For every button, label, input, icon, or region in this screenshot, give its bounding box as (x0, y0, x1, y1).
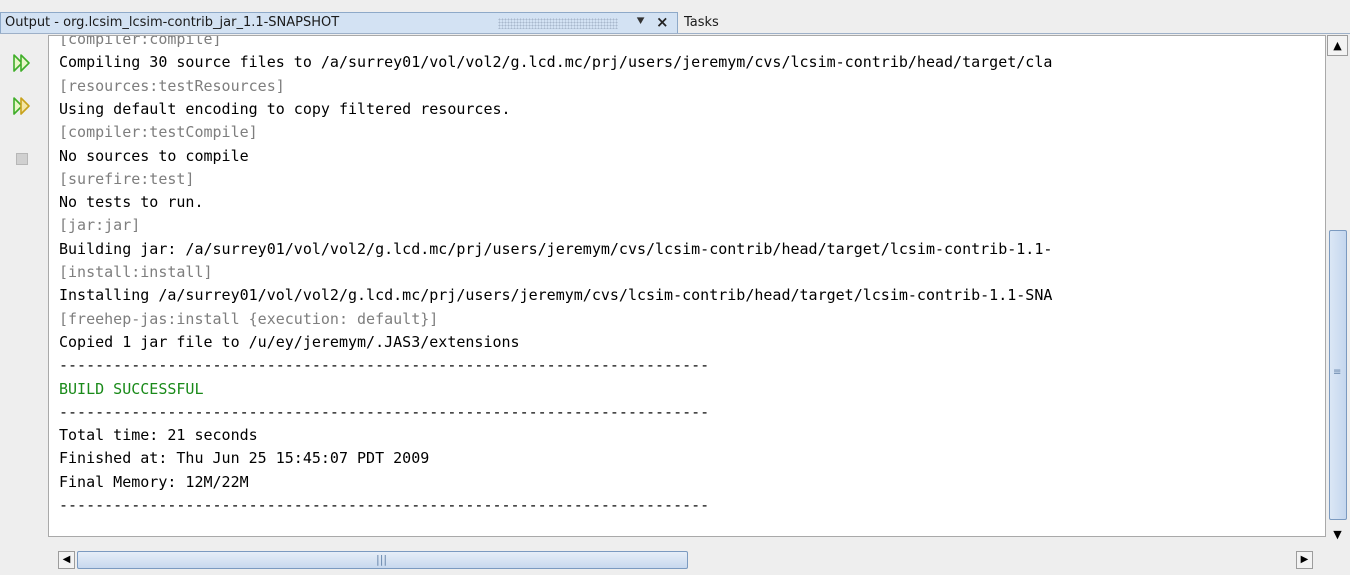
output-line: Final Memory: 12M/22M (59, 472, 249, 491)
output-line: No sources to compile (59, 146, 249, 165)
output-line: Building jar: /a/surrey01/vol/vol2/g.lcd… (59, 239, 1053, 258)
output-line: [surefire:test] (59, 169, 195, 188)
output-line: [install:install] (59, 263, 213, 281)
vertical-scroll-thumb[interactable]: ≡ (1329, 230, 1347, 520)
stop-button[interactable] (12, 149, 32, 169)
rerun-icon (13, 54, 30, 72)
output-line: ----------------------------------------… (59, 496, 710, 514)
tab-bar: Output - org.lcsim_lcsim-contrib_jar_1.1… (0, 0, 1350, 33)
scroll-grip-icon: ≡ (1333, 367, 1342, 378)
vertical-scrollbar[interactable]: ▲ ≡ ▼ (1327, 35, 1350, 575)
output-action-bar (0, 35, 48, 575)
output-line: Installing /a/surrey01/vol/vol2/g.lcd.mc… (59, 286, 1053, 305)
rerun-button[interactable] (12, 53, 32, 73)
output-line: Total time: 21 seconds (59, 426, 258, 445)
output-line: [freehep-jas:install {execution: default… (59, 309, 439, 328)
tab-tasks[interactable]: Tasks (679, 12, 1350, 33)
tab-output-title: Output - org.lcsim_lcsim-contrib_jar_1.1… (5, 15, 340, 30)
output-line: Finished at: Thu Jun 25 15:45:07 PDT 200… (59, 449, 430, 468)
tab-output[interactable]: Output - org.lcsim_lcsim-contrib_jar_1.1… (0, 12, 678, 33)
output-line: [compiler:testCompile] (59, 123, 258, 142)
close-icon[interactable]: × (656, 13, 669, 31)
scroll-left-button[interactable]: ◀ (58, 551, 75, 569)
rerun-with-options-button[interactable] (12, 96, 32, 116)
stop-icon (16, 153, 28, 165)
output-line: [resources:testResources] (59, 76, 285, 95)
output-line: Using default encoding to copy filtered … (59, 99, 511, 118)
tab-menu-icon[interactable]: ⯆ (635, 14, 646, 30)
output-line: No tests to run. (59, 193, 204, 212)
scroll-up-button[interactable]: ▲ (1327, 35, 1348, 56)
scroll-down-button[interactable]: ▼ (1327, 524, 1348, 545)
horizontal-scroll-thumb[interactable]: ||| (77, 551, 688, 569)
output-line: [jar:jar] (59, 216, 141, 235)
output-line: ----------------------------------------… (59, 402, 710, 421)
scroll-right-button[interactable]: ▶ (1296, 551, 1313, 569)
output-line: BUILD SUCCESSFUL (59, 379, 204, 398)
output-line: [compiler:compile] (59, 35, 222, 48)
horizontal-scrollbar[interactable]: ◀ ||| ▶ (48, 549, 1326, 571)
output-line: ----------------------------------------… (59, 356, 710, 375)
output-line: Compiling 30 source files to /a/surrey01… (59, 53, 1053, 72)
scroll-grip-icon: ||| (376, 553, 388, 566)
output-line: Copied 1 jar file to /u/ey/jeremym/.JAS3… (59, 332, 520, 351)
rerun-with-options-icon (13, 97, 30, 115)
tab-tasks-title: Tasks (684, 15, 719, 30)
output-text-area[interactable]: [compiler:compile] Compiling 30 source fi… (48, 35, 1326, 537)
tab-drag-grip[interactable] (498, 18, 618, 29)
output-panel: [compiler:compile] Compiling 30 source fi… (0, 33, 1350, 575)
